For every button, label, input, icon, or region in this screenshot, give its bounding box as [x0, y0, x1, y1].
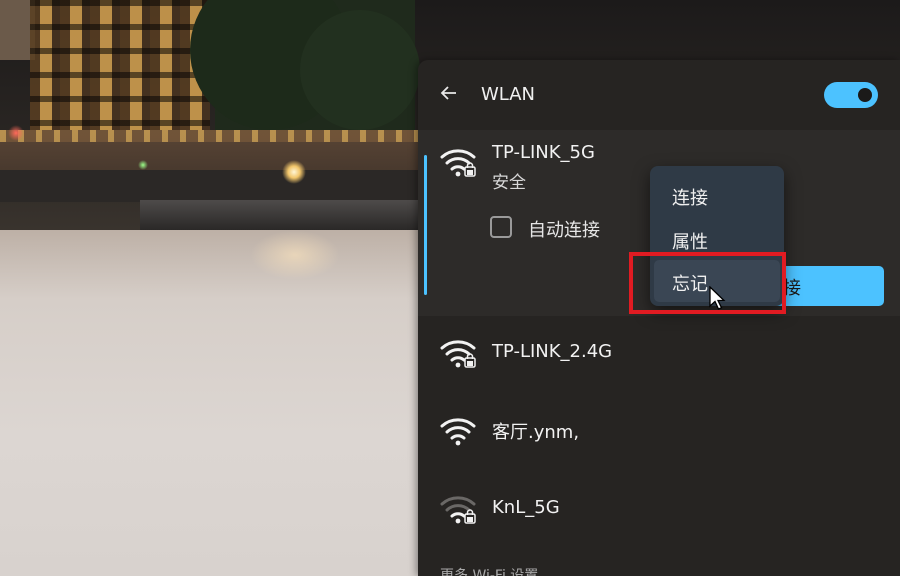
- wifi-weak-secured-icon: [440, 496, 476, 524]
- wallpaper-red-light: [8, 125, 24, 141]
- wallpaper-boat: [140, 200, 420, 230]
- wallpaper-green-light: [138, 160, 148, 170]
- back-arrow-icon[interactable]: [438, 82, 460, 104]
- page-title: WLAN: [481, 84, 536, 105]
- wallpaper-tree: [300, 10, 420, 130]
- network-name: TP-LINK_5G: [492, 142, 595, 163]
- wifi-secured-icon: [440, 149, 476, 177]
- menu-item-connect[interactable]: 连接: [650, 174, 784, 216]
- wallpaper-dock: [0, 170, 420, 202]
- network-item-knl-5g[interactable]: KnL_5G: [418, 472, 900, 550]
- network-name: 客厅.ynm,: [492, 422, 580, 443]
- wallpaper-reflection: [250, 230, 340, 280]
- menu-item-label: 属性: [672, 232, 708, 253]
- selection-accent: [424, 155, 427, 295]
- wlan-header: WLAN: [418, 60, 900, 130]
- wallpaper-building: [30, 0, 210, 140]
- network-item-living-room[interactable]: 客厅.ynm,: [418, 394, 900, 472]
- network-item-tp-link-2-4g[interactable]: TP-LINK_2.4G: [418, 316, 900, 394]
- menu-item-label: 连接: [672, 188, 708, 209]
- wlan-toggle[interactable]: [824, 82, 878, 108]
- toggle-knob: [858, 88, 872, 102]
- wlan-flyout: WLAN TP-LINK_5G 安全 自动连接 接 TP-LINK_2.4G 客…: [418, 60, 900, 576]
- network-name: KnL_5G: [492, 497, 560, 518]
- more-wifi-settings-link[interactable]: 更多 Wi-Fi 设置: [440, 565, 538, 576]
- wallpaper-lamp: [282, 160, 306, 184]
- auto-connect-label: 自动连接: [528, 220, 600, 241]
- wifi-secured-icon: [440, 340, 476, 368]
- network-name: TP-LINK_2.4G: [492, 341, 613, 362]
- wifi-icon: [440, 418, 476, 446]
- mouse-cursor-icon: [709, 286, 726, 310]
- network-status: 安全: [492, 173, 526, 193]
- auto-connect-checkbox[interactable]: [490, 216, 512, 238]
